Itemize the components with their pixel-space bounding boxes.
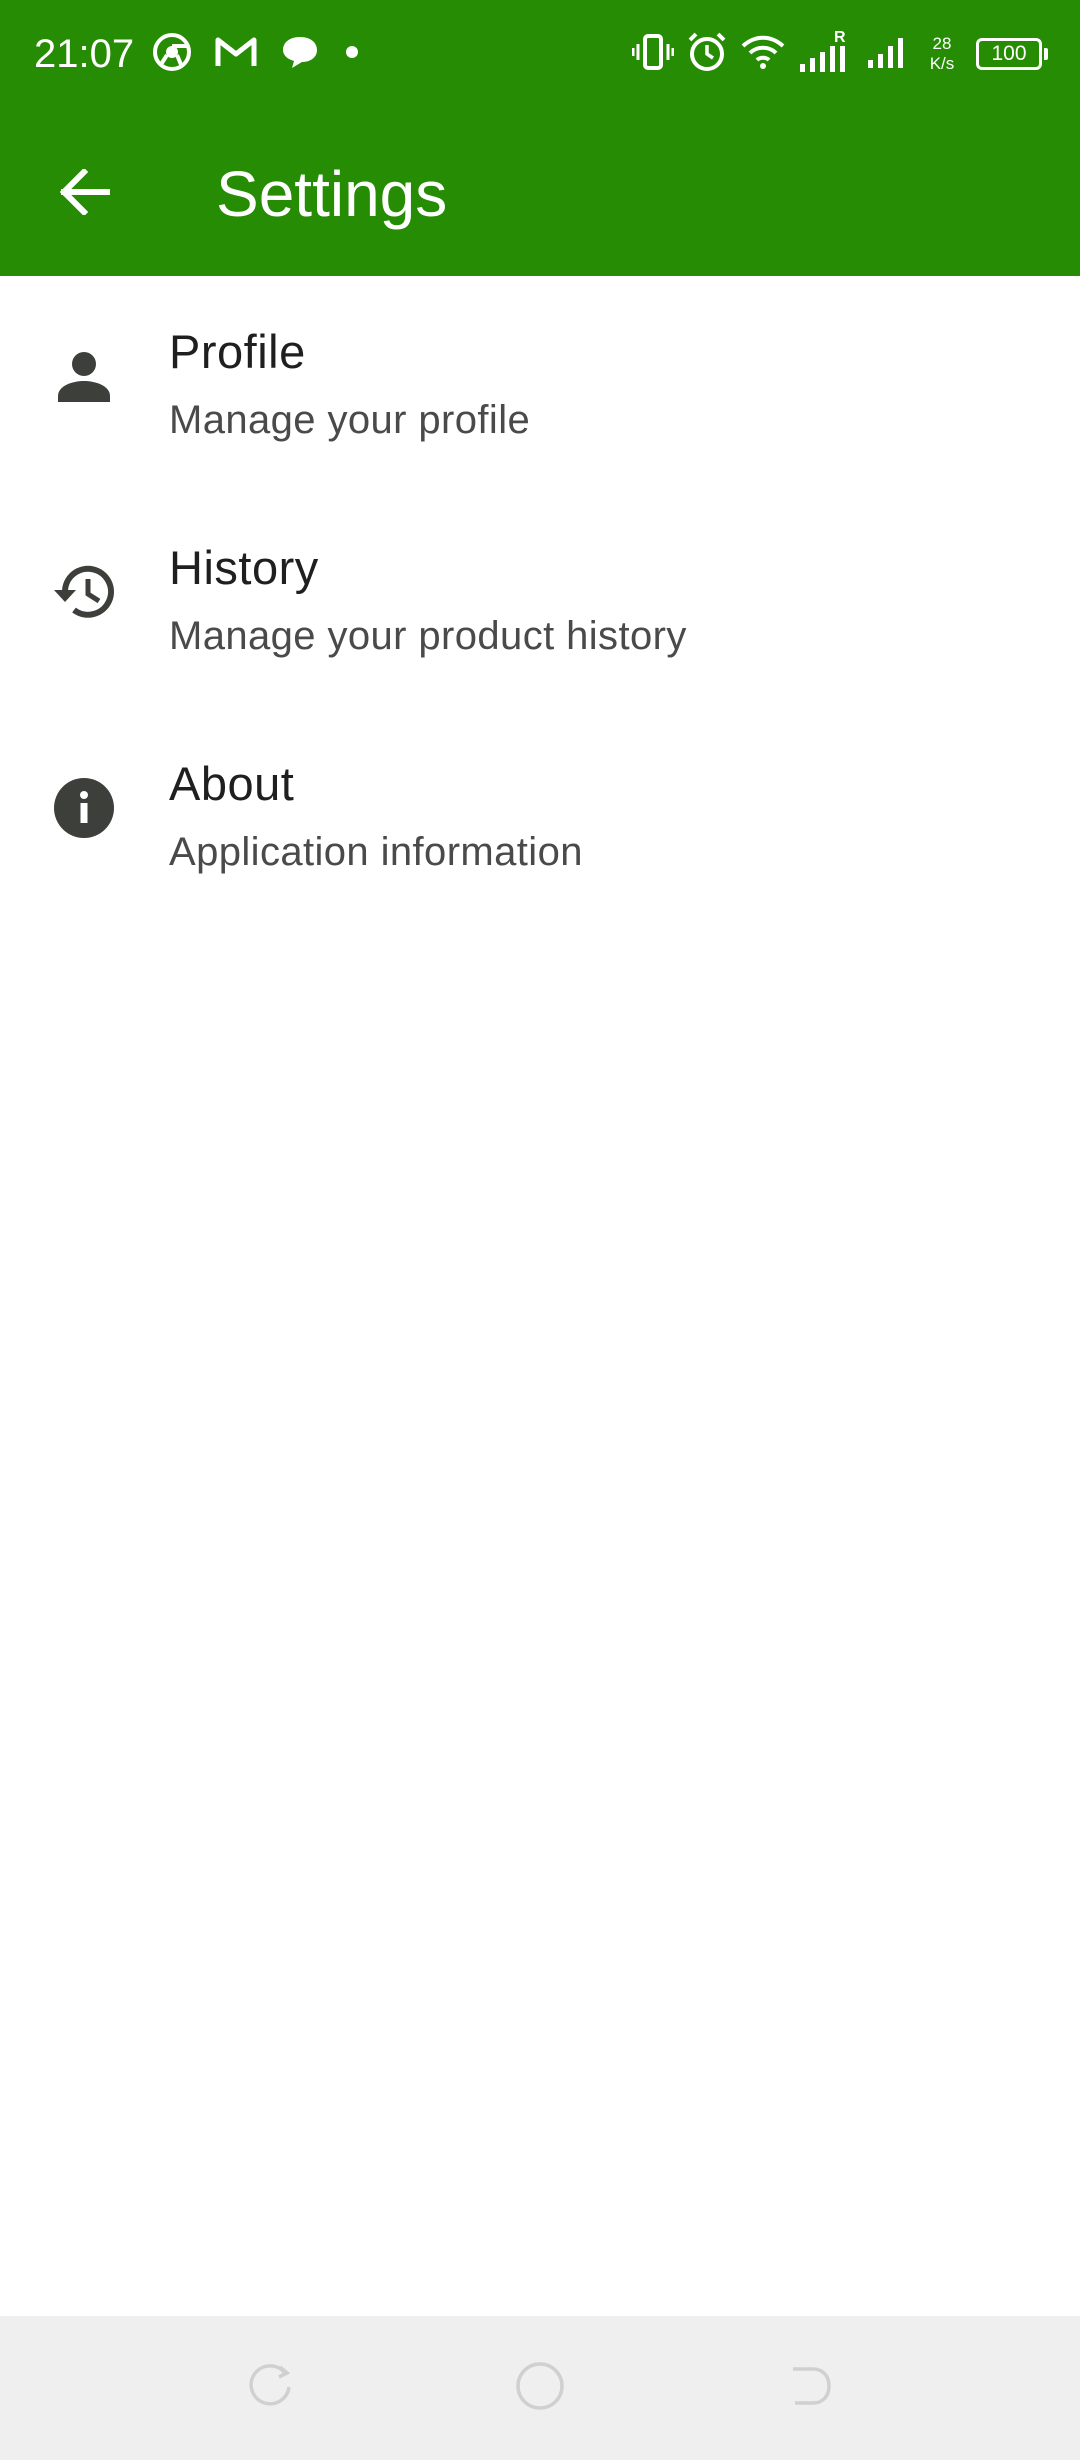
- settings-item-history[interactable]: History Manage your product history: [0, 492, 1080, 708]
- battery-level: 100: [991, 42, 1027, 65]
- home-button[interactable]: [512, 2360, 568, 2416]
- recent-apps-button[interactable]: [242, 2360, 298, 2416]
- notification-icons: [152, 30, 362, 78]
- network-speed-value: 28: [932, 34, 952, 53]
- arrow-left-icon: [58, 167, 111, 220]
- settings-item-profile[interactable]: Profile Manage your profile: [0, 276, 1080, 492]
- navigation-bar: [0, 2316, 1080, 2460]
- dot-icon: [342, 42, 362, 67]
- network-speed: 28 K/s: [920, 34, 964, 74]
- person-icon: [48, 340, 120, 412]
- page-title: Settings: [216, 158, 448, 230]
- settings-item-title: History: [169, 541, 319, 594]
- alarm-icon: [686, 31, 728, 78]
- settings-item-subtitle: Manage your product history: [169, 614, 687, 658]
- status-bar: 21:07 R 28 K/s 100: [0, 0, 1080, 108]
- status-time: 21:07: [34, 32, 135, 76]
- info-icon: [48, 772, 120, 844]
- system-status-icons: R 28 K/s 100: [631, 26, 1048, 82]
- home-icon: [514, 2360, 566, 2417]
- signal-roaming-icon: R: [798, 28, 854, 81]
- network-speed-unit: K/s: [929, 54, 955, 73]
- battery-indicator: 100: [976, 38, 1048, 70]
- settings-item-title: About: [169, 757, 295, 810]
- vibrate-icon: [631, 32, 675, 77]
- wifi-icon: [740, 34, 786, 75]
- gmail-icon: [214, 34, 258, 75]
- signal-icon: [866, 32, 908, 77]
- svg-text:R: R: [834, 29, 846, 46]
- back-icon: [785, 2361, 835, 2416]
- settings-list: Profile Manage your profile History Mana…: [0, 276, 1080, 924]
- app-bar: Settings: [0, 108, 1080, 276]
- settings-item-subtitle: Manage your profile: [169, 398, 531, 442]
- chrome-icon: [152, 32, 192, 77]
- history-icon: [48, 556, 120, 628]
- chat-icon: [280, 33, 320, 76]
- back-button[interactable]: [44, 154, 124, 234]
- settings-item-about[interactable]: About Application information: [0, 708, 1080, 924]
- settings-item-subtitle: Application information: [169, 830, 583, 874]
- nav-back-button[interactable]: [782, 2360, 838, 2416]
- recent-apps-icon: [245, 2361, 295, 2416]
- settings-item-title: Profile: [169, 325, 306, 378]
